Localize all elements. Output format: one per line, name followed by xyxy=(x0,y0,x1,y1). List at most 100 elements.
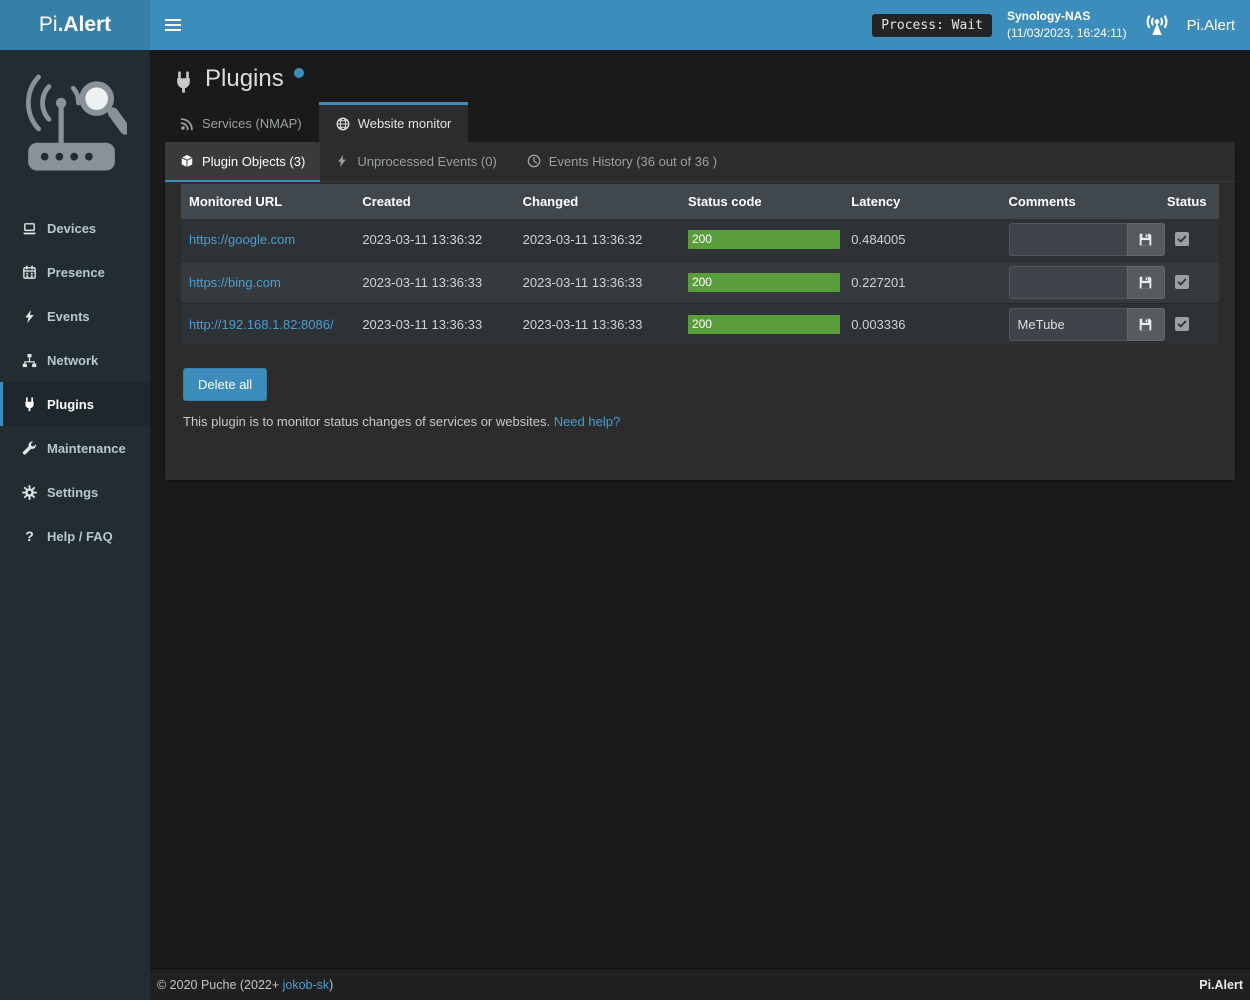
comment-group xyxy=(1009,223,1165,256)
brand-logo[interactable]: Pi.Alert xyxy=(0,0,150,50)
sidebar-item-label: Presence xyxy=(47,265,105,280)
comment-input[interactable] xyxy=(1009,266,1127,299)
plug-icon xyxy=(22,397,37,412)
antenna-icon xyxy=(1142,13,1172,37)
host-info: Synology-NAS (11/03/2023, 16:24:11) xyxy=(1007,8,1127,43)
panel-tab-events-history-36-out-of-36[interactable]: Events History (36 out of 36 ) xyxy=(512,142,732,182)
column-header: Monitored URL xyxy=(181,184,354,219)
router-search-logo-icon xyxy=(23,66,127,178)
comment-group xyxy=(1009,308,1165,341)
sidebar: Devices Presence Events Network Plugins … xyxy=(0,50,150,1000)
rss-icon xyxy=(180,117,194,131)
status-checkbox[interactable] xyxy=(1175,232,1189,246)
tab-label: Unprocessed Events (0) xyxy=(357,154,496,169)
tab-website-monitor[interactable]: Website monitor xyxy=(319,102,469,142)
table-row: http://192.168.1.82:8086/ 2023-03-11 13:… xyxy=(181,303,1219,345)
pialert-logo xyxy=(0,50,150,184)
column-header: Changed xyxy=(515,184,680,219)
monitored-url-link[interactable]: https://google.com xyxy=(189,232,295,247)
table-row: https://bing.com 2023-03-11 13:36:33 202… xyxy=(181,261,1219,303)
copyright: © 2020 Puche (2022+ jokob-sk) xyxy=(157,978,333,992)
status-code-bar: 200 xyxy=(688,315,840,334)
app-label: Pi.Alert xyxy=(1187,17,1235,34)
sidebar-item-label: Maintenance xyxy=(47,441,126,456)
sidebar-item-label: Plugins xyxy=(47,397,94,412)
sidebar-item-label: Settings xyxy=(47,485,98,500)
question-icon: ? xyxy=(22,528,37,544)
column-header: Status xyxy=(1159,184,1219,219)
created-cell: 2023-03-11 13:36:33 xyxy=(354,261,514,303)
latency-cell: 0.484005 xyxy=(843,219,1000,261)
page-header: Plugins xyxy=(150,50,1250,102)
sidebar-item-events[interactable]: Events xyxy=(0,294,150,338)
clock-icon xyxy=(527,154,541,168)
page-title: Plugins xyxy=(205,65,284,94)
tab-label: Plugin Objects (3) xyxy=(202,154,305,169)
sidebar-toggle-button[interactable] xyxy=(165,12,191,38)
table-row: https://google.com 2023-03-11 13:36:32 2… xyxy=(181,219,1219,261)
column-header: Created xyxy=(354,184,514,219)
monitored-url-link[interactable]: https://bing.com xyxy=(189,275,281,290)
topbar: Pi.Alert Process: Wait Synology-NAS (11/… xyxy=(0,0,1250,50)
plugin-help-line: This plugin is to monitor status changes… xyxy=(183,414,1217,429)
tab-label: Website monitor xyxy=(358,116,452,131)
copyright-suffix: ) xyxy=(329,978,333,992)
info-badge-icon[interactable] xyxy=(294,68,304,78)
monitored-url-link[interactable]: http://192.168.1.82:8086/ xyxy=(189,317,334,332)
brand-light: Pi xyxy=(39,13,58,37)
comment-input[interactable] xyxy=(1009,223,1127,256)
floppy-icon xyxy=(1138,317,1153,332)
sidebar-item-settings[interactable]: Settings xyxy=(0,470,150,514)
status-code-bar: 200 xyxy=(688,273,840,292)
tab-label: Services (NMAP) xyxy=(202,116,302,131)
sidebar-item-devices[interactable]: Devices xyxy=(0,206,150,250)
laptop-icon xyxy=(22,221,37,236)
delete-all-button[interactable]: Delete all xyxy=(183,368,267,401)
footer: © 2020 Puche (2022+ jokob-sk) Pi.Alert xyxy=(150,968,1250,1000)
save-comment-button[interactable] xyxy=(1127,308,1165,341)
save-comment-button[interactable] xyxy=(1127,223,1165,256)
plugin-objects-table-wrap: Monitored URLCreatedChangedStatus codeLa… xyxy=(165,182,1235,346)
changed-cell: 2023-03-11 13:36:33 xyxy=(515,261,680,303)
column-header: Comments xyxy=(1001,184,1159,219)
sidebar-item-label: Devices xyxy=(47,221,96,236)
bolt-icon xyxy=(335,154,349,168)
cube-icon xyxy=(180,154,194,168)
latency-cell: 0.227201 xyxy=(843,261,1000,303)
latency-cell: 0.003336 xyxy=(843,303,1000,345)
panel-footer-area: Delete all This plugin is to monitor sta… xyxy=(165,346,1235,429)
process-status-badge: Process: Wait xyxy=(872,14,992,37)
device-timestamp: (11/03/2023, 16:24:11) xyxy=(1007,25,1127,42)
created-cell: 2023-03-11 13:36:33 xyxy=(354,303,514,345)
wrench-icon xyxy=(22,441,37,456)
sidebar-item-network[interactable]: Network xyxy=(0,338,150,382)
sidebar-item-label: Events xyxy=(47,309,90,324)
check-icon xyxy=(1177,277,1187,287)
plugin-tabs: Services (NMAP) Website monitor xyxy=(150,102,1250,142)
sidebar-item-plugins[interactable]: Plugins xyxy=(0,382,150,426)
sidebar-item-maintenance[interactable]: Maintenance xyxy=(0,426,150,470)
floppy-icon xyxy=(1138,232,1153,247)
panel-tabs: Plugin Objects (3) Unprocessed Events (0… xyxy=(165,142,1235,182)
tab-services-nmap[interactable]: Services (NMAP) xyxy=(163,102,319,142)
column-header: Status code xyxy=(680,184,843,219)
status-checkbox[interactable] xyxy=(1175,275,1189,289)
sidebar-item-presence[interactable]: Presence xyxy=(0,250,150,294)
device-name: Synology-NAS xyxy=(1007,8,1127,25)
panel-tab-unprocessed-events-0[interactable]: Unprocessed Events (0) xyxy=(320,142,511,182)
comment-input[interactable] xyxy=(1009,308,1127,341)
main-content: Plugins Services (NMAP) Website monitor … xyxy=(150,50,1250,968)
need-help-link[interactable]: Need help? xyxy=(554,414,621,429)
sidebar-item-help-faq[interactable]: ? Help / FAQ xyxy=(0,514,150,558)
check-icon xyxy=(1177,319,1187,329)
jokob-sk-link[interactable]: jokob-sk xyxy=(283,978,330,992)
globe-icon xyxy=(336,117,350,131)
brand-bold: .Alert xyxy=(58,13,112,37)
sidebar-menu: Devices Presence Events Network Plugins … xyxy=(0,206,150,558)
changed-cell: 2023-03-11 13:36:32 xyxy=(515,219,680,261)
status-checkbox[interactable] xyxy=(1175,317,1189,331)
panel-tab-plugin-objects-3[interactable]: Plugin Objects (3) xyxy=(165,142,320,182)
calendar-icon xyxy=(22,265,37,280)
gear-icon xyxy=(22,485,37,500)
save-comment-button[interactable] xyxy=(1127,266,1165,299)
